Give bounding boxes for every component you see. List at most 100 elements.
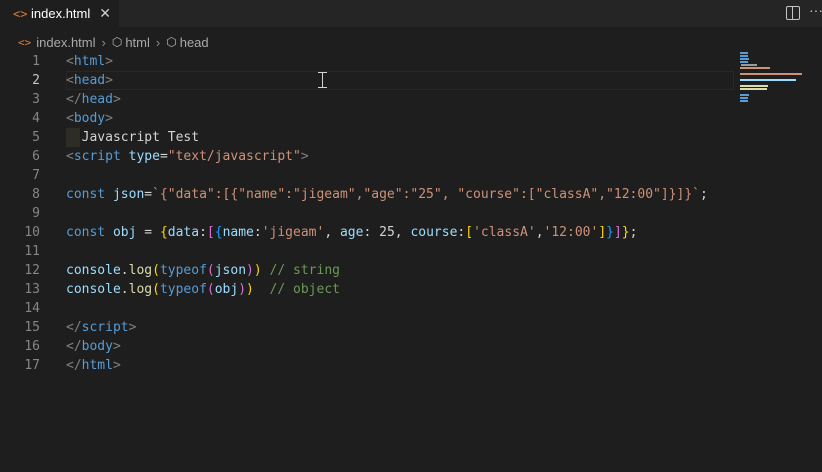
minimap[interactable]	[738, 52, 818, 112]
line-number: 11	[24, 244, 40, 259]
minimap-line	[740, 85, 768, 87]
token: >	[128, 320, 137, 335]
token: }	[606, 225, 614, 240]
token: </	[66, 358, 82, 373]
token: >	[105, 54, 113, 69]
token: .	[120, 282, 129, 297]
token: )	[246, 282, 254, 297]
token: obj	[214, 282, 239, 297]
code-line: 3 </head>	[0, 90, 735, 109]
breadcrumb-head[interactable]: head	[180, 35, 209, 50]
minimap-line	[740, 61, 748, 63]
token: const	[66, 225, 106, 240]
code-line: 6 <script type="text/javascript">	[0, 147, 735, 166]
split-editor-icon[interactable]	[786, 6, 800, 20]
line-number: 2	[32, 73, 40, 88]
token: >	[105, 111, 113, 126]
code-line: 7	[0, 166, 735, 185]
minimap-line	[740, 73, 802, 75]
line-number: 14	[24, 301, 40, 316]
token: log	[128, 282, 153, 297]
token: :	[363, 225, 380, 240]
token: type	[128, 149, 160, 164]
element-icon: ⬡	[111, 35, 123, 49]
token: // object	[269, 282, 340, 297]
token: =	[136, 225, 160, 240]
token: head	[81, 92, 113, 107]
minimap-line	[740, 79, 796, 81]
token: html	[73, 54, 106, 69]
breadcrumb-file[interactable]: index.html	[36, 35, 95, 50]
token: :	[199, 225, 207, 240]
line-number: 15	[24, 320, 40, 335]
token: >	[112, 358, 121, 373]
token: <	[66, 73, 74, 88]
close-icon[interactable]: ✕	[99, 5, 111, 22]
token: }	[621, 225, 630, 240]
token: 'jigeam'	[261, 225, 325, 240]
token: (	[152, 263, 160, 278]
breadcrumb-separator: ›	[101, 34, 106, 50]
code-line: 16 </body>	[0, 337, 735, 356]
token: ]	[613, 225, 622, 240]
token: ,	[535, 225, 544, 240]
line-number: 17	[24, 358, 40, 373]
token: typeof	[159, 282, 207, 297]
token: <	[66, 149, 74, 164]
code-line: 4 <body>	[0, 109, 735, 128]
line-number: 1	[32, 54, 40, 69]
breadcrumb: <> index.html › ⬡ html › ⬡ head	[0, 31, 209, 53]
token: log	[128, 263, 153, 278]
token: ,	[394, 225, 411, 240]
token: =	[159, 149, 168, 164]
token: )	[246, 263, 254, 278]
token: age	[339, 225, 364, 240]
token: ]	[598, 225, 607, 240]
token: [	[206, 225, 215, 240]
token: )	[238, 282, 247, 297]
tab-title: index.html	[31, 6, 91, 21]
code-line: 11	[0, 242, 735, 261]
token: const	[66, 187, 106, 202]
code-line: 8 const json=`{"data":[{"name":"jigeam",…	[0, 185, 735, 204]
token: >	[112, 339, 121, 354]
token: 25	[379, 225, 395, 240]
breadcrumb-html[interactable]: html	[125, 35, 150, 50]
token: script	[81, 320, 129, 335]
line-number: 5	[32, 130, 40, 145]
code-line: 2 <head>	[0, 71, 735, 90]
minimap-line	[740, 67, 770, 69]
line-number: 3	[32, 92, 40, 107]
code-line: 17 </html>	[0, 356, 735, 375]
token: <	[66, 111, 74, 126]
token: json	[112, 187, 145, 202]
code-line: 5 Javascript Test	[0, 128, 735, 147]
token: ;	[629, 225, 638, 240]
token: body	[73, 111, 106, 126]
line-number: 8	[32, 187, 40, 202]
line-number: 9	[32, 206, 40, 221]
text-cursor-icon	[318, 72, 327, 88]
minimap-line	[740, 55, 748, 57]
minimap-line	[741, 64, 757, 66]
token: name	[222, 225, 254, 240]
tab-index-html[interactable]: <> index.html ✕	[0, 0, 119, 27]
token: `{"data":[{"name":"jigeam","age":"25", "…	[152, 187, 700, 202]
token: ;	[699, 187, 708, 202]
code-editor[interactable]: 1 <html> 2 <head> 3 </head> 4 <body> 5 J…	[0, 52, 735, 472]
token: (	[206, 263, 215, 278]
line-number: 12	[24, 263, 40, 278]
code-line: 1 <html>	[0, 52, 735, 71]
token: 'classA'	[473, 225, 536, 240]
token: =	[144, 187, 153, 202]
more-actions-icon[interactable]: ···	[809, 2, 822, 18]
token: json	[214, 263, 247, 278]
code-line: 12 console.log(typeof(json)) // string	[0, 261, 735, 280]
token: :	[253, 225, 262, 240]
minimap-line	[740, 94, 749, 96]
minimap-line	[740, 58, 749, 60]
minimap-line	[740, 88, 767, 90]
